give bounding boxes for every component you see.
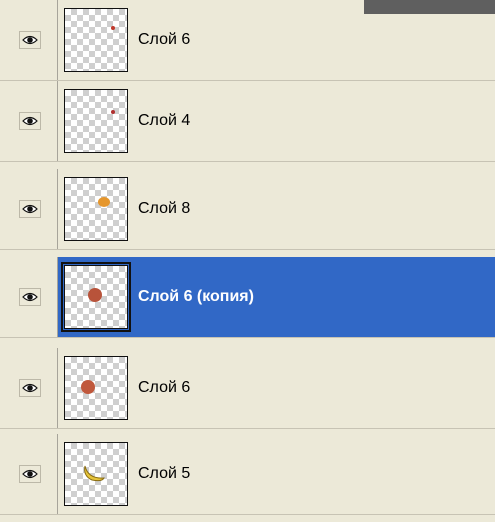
- banana-icon: [84, 465, 105, 482]
- visibility-cell: [0, 257, 58, 337]
- layer-thumbnail: [61, 262, 131, 332]
- layer-thumbnail: [64, 177, 128, 241]
- layer-thumbnail: [64, 8, 128, 72]
- layer-name: Слой 8: [138, 200, 191, 217]
- orange-fruit-icon: [98, 197, 110, 207]
- layer-row-selected[interactable]: Слой 6 (копия): [0, 257, 495, 338]
- layer-thumbnail: [64, 442, 128, 506]
- peach-icon: [88, 288, 102, 302]
- layer-name: Слой 6: [138, 31, 191, 48]
- eye-icon[interactable]: [19, 288, 41, 306]
- visibility-cell: [0, 169, 58, 249]
- visibility-cell: [0, 348, 58, 428]
- eye-icon[interactable]: [19, 31, 41, 49]
- layer-row[interactable]: Слой 6: [0, 348, 495, 429]
- eye-icon[interactable]: [19, 465, 41, 483]
- small-red-dot-icon: [111, 26, 115, 30]
- layer-thumbnail: [64, 356, 128, 420]
- visibility-cell: [0, 81, 58, 161]
- layer-thumbnail: [64, 89, 128, 153]
- visibility-cell: [0, 0, 58, 80]
- layer-row[interactable]: Слой 5: [0, 434, 495, 515]
- layer-name: Слой 6 (копия): [138, 288, 254, 305]
- layer-name: Слой 4: [138, 112, 191, 129]
- layer-name: Слой 5: [138, 465, 191, 482]
- peach-icon: [81, 380, 95, 394]
- layer-name: Слой 6: [138, 379, 191, 396]
- eye-icon[interactable]: [19, 112, 41, 130]
- layer-row[interactable]: Слой 8: [0, 169, 495, 250]
- visibility-cell: [0, 434, 58, 514]
- layers-panel: Слой 6 Слой 4 Слой 8 Слой 6 (копия) Слой…: [0, 0, 495, 522]
- small-red-dot-icon: [111, 110, 115, 114]
- layer-row[interactable]: Слой 4: [0, 81, 495, 162]
- eye-icon[interactable]: [19, 200, 41, 218]
- layer-row[interactable]: Слой 6: [0, 0, 495, 81]
- eye-icon[interactable]: [19, 379, 41, 397]
